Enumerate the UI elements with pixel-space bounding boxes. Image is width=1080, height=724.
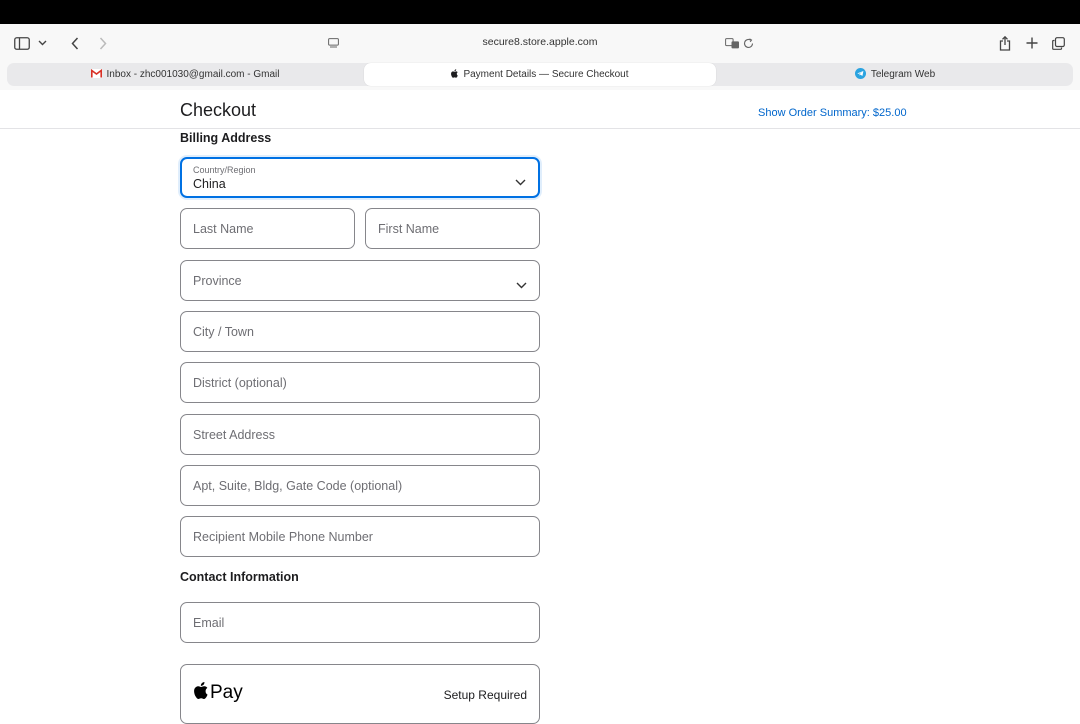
country-region-label: Country/Region: [193, 165, 256, 175]
back-icon[interactable]: [68, 35, 82, 51]
apple-pay-logo: Pay: [194, 682, 243, 704]
tab-payment-details[interactable]: Payment Details — Secure Checkout: [364, 63, 716, 86]
tab-label: Inbox - zhc001030@gmail.com - Gmail: [106, 69, 280, 80]
tab-overview-icon[interactable]: [1050, 35, 1066, 51]
email-field[interactable]: Email: [180, 602, 540, 643]
first-name-field[interactable]: First Name: [365, 208, 540, 249]
telegram-icon: [854, 67, 866, 82]
new-tab-icon[interactable]: [1024, 35, 1040, 51]
page-title: Checkout: [180, 100, 257, 120]
email-placeholder: Email: [193, 616, 225, 630]
tab-label: Payment Details — Secure Checkout: [463, 69, 629, 80]
country-region-value: China: [193, 177, 226, 191]
order-summary-link[interactable]: Show Order Summary: $25.00: [758, 107, 907, 119]
checkout-header: Checkout Show Order Summary: $25.00: [0, 90, 1080, 129]
tab-strip: Inbox - zhc001030@gmail.com - Gmail Paym…: [0, 62, 1080, 90]
first-name-placeholder: First Name: [378, 222, 440, 236]
gmail-icon: [90, 68, 102, 81]
status-bar: [0, 0, 1080, 24]
tab-label: Telegram Web: [870, 69, 936, 80]
reader-icon[interactable]: [326, 36, 340, 50]
city-town-field[interactable]: City / Town: [180, 311, 540, 352]
last-name-placeholder: Last Name: [193, 222, 254, 236]
apple-pay-status: Setup Required: [443, 688, 527, 702]
district-placeholder: District (optional): [193, 376, 287, 390]
tab-gmail[interactable]: Inbox - zhc001030@gmail.com - Gmail: [7, 63, 363, 86]
country-region-select[interactable]: Country/Region China: [180, 157, 540, 198]
tab-telegram[interactable]: Telegram Web: [717, 63, 1073, 86]
browser-toolbar: secure8.store.apple.com: [0, 24, 1080, 62]
reload-icon[interactable]: [741, 36, 755, 50]
apt-suite-placeholder: Apt, Suite, Bldg, Gate Code (optional): [193, 479, 403, 493]
apple-pay-label: Pay: [210, 682, 243, 703]
apple-pay-option[interactable]: Pay Setup Required: [180, 664, 540, 724]
forward-icon[interactable]: [96, 35, 110, 51]
province-placeholder: Province: [193, 274, 242, 288]
street-address-field[interactable]: Street Address: [180, 414, 540, 455]
contact-information-heading: Contact Information: [180, 570, 299, 584]
city-town-placeholder: City / Town: [193, 325, 254, 339]
share-icon[interactable]: [997, 34, 1013, 52]
sidebar-icon[interactable]: [12, 35, 32, 51]
street-address-placeholder: Street Address: [193, 428, 275, 442]
province-select[interactable]: Province: [180, 260, 540, 301]
phone-number-placeholder: Recipient Mobile Phone Number: [193, 530, 373, 544]
chevron-down-icon: [515, 173, 526, 191]
translate-icon[interactable]: [724, 36, 740, 50]
apple-logo-icon: [194, 682, 208, 704]
billing-address-heading: Billing Address: [180, 131, 272, 145]
last-name-field[interactable]: Last Name: [180, 208, 355, 249]
apple-logo-icon: [451, 68, 459, 81]
chevron-down-icon[interactable]: [35, 37, 49, 49]
chevron-down-icon: [516, 276, 527, 294]
address-bar[interactable]: secure8.store.apple.com: [430, 36, 650, 48]
phone-number-field[interactable]: Recipient Mobile Phone Number: [180, 516, 540, 557]
apt-suite-field[interactable]: Apt, Suite, Bldg, Gate Code (optional): [180, 465, 540, 506]
district-field[interactable]: District (optional): [180, 362, 540, 403]
